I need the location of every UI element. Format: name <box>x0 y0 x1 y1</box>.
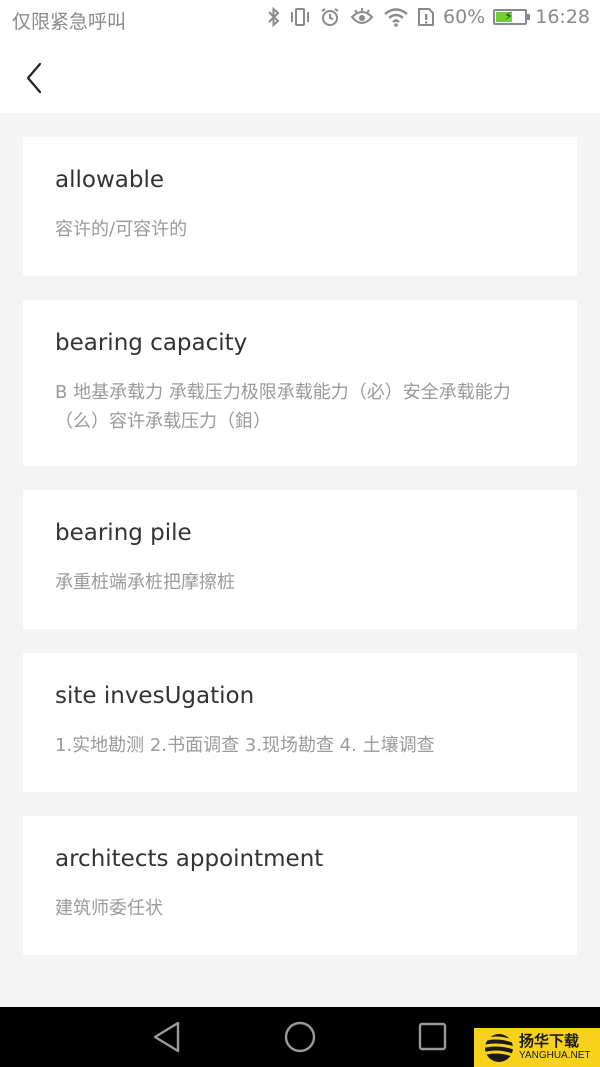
vocab-definition: 承重桩端承桩把摩擦桩 <box>55 572 235 593</box>
watermark-name-cn: 扬华下载 <box>519 1032 580 1050</box>
clock: 16:28 <box>535 6 590 28</box>
status-bar: 仅限紧急呼叫 60% ⚡ 16:28 <box>0 0 600 40</box>
vocab-definition: 建筑师委任状 <box>55 898 163 919</box>
recents-square-icon <box>418 1022 447 1051</box>
vocab-definition: 容许的/可容许的 <box>55 219 188 240</box>
carrier-text: 仅限紧急呼叫 <box>12 11 127 33</box>
alarm-icon <box>319 7 341 27</box>
home-circle-icon <box>284 1021 316 1053</box>
nav-home-button[interactable] <box>283 1020 317 1054</box>
vocab-card[interactable]: site invesUgation 1.实地勘测 2.书面调查 3.现场勘查 4… <box>23 653 577 792</box>
nav-recents-button[interactable] <box>416 1020 450 1054</box>
battery-percent: 60% <box>443 6 486 28</box>
chevron-left-icon <box>26 62 42 94</box>
battery-icon: ⚡ <box>493 9 531 25</box>
vocab-term: architects appointment <box>55 846 324 872</box>
vocab-term: bearing pile <box>55 520 192 546</box>
bluetooth-icon <box>267 7 281 27</box>
vocab-definition: 1.实地勘测 2.书面调查 3.现场勘查 4. 土壤调查 <box>55 735 435 756</box>
watermark-name-en: YANGHUA.NET <box>519 1050 591 1061</box>
vocab-card[interactable]: bearing capacity B 地基承载力 承载压力极限承载能力（必）安全… <box>23 300 577 466</box>
charging-bolt-icon: ⚡ <box>504 9 513 23</box>
watermark: 扬华下载 YANGHUA.NET <box>474 1028 600 1067</box>
wifi-icon <box>383 7 409 27</box>
vocab-term: allowable <box>55 167 164 193</box>
app-header <box>0 40 600 113</box>
back-button[interactable] <box>20 58 50 98</box>
vocab-term: site invesUgation <box>55 683 255 709</box>
vocab-card[interactable]: architects appointment 建筑师委任状 <box>23 816 577 955</box>
eye-comfort-icon <box>349 7 375 27</box>
vibrate-icon <box>289 7 311 27</box>
nav-back-button[interactable] <box>150 1020 184 1054</box>
status-icons: 60% ⚡ 16:28 <box>267 6 590 28</box>
vocab-card[interactable]: allowable 容许的/可容许的 <box>23 137 577 276</box>
vocab-list: allowable 容许的/可容许的 bearing capacity B 地基… <box>23 137 577 979</box>
vocab-card[interactable]: bearing pile 承重桩端承桩把摩擦桩 <box>23 490 577 629</box>
vocab-term: bearing capacity <box>55 330 248 356</box>
back-triangle-icon <box>153 1021 180 1053</box>
sim-alert-icon <box>417 7 435 27</box>
vocab-definition: B 地基承载力 承载压力极限承载能力（必）安全承载能力（么）容许承载压力（鉬） <box>55 382 511 432</box>
yanghua-logo-icon <box>478 1033 515 1062</box>
